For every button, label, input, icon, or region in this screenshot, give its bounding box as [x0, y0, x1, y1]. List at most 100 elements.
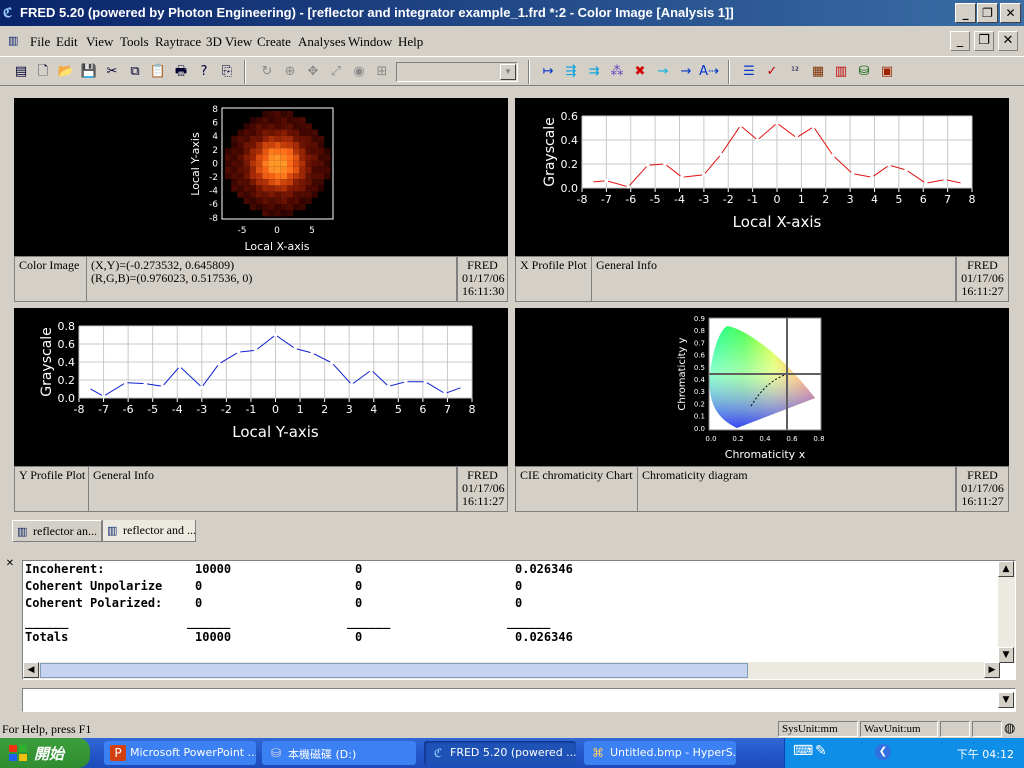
y-tick-label: 2: [212, 146, 218, 156]
scroll-up-button[interactable]: ▲: [998, 561, 1014, 577]
zoom-icon[interactable]: ⊕: [279, 61, 301, 83]
horizontal-scroll-thumb[interactable]: [40, 663, 748, 678]
arrow-right-icon[interactable]: →: [652, 61, 674, 83]
info-stamp: FRED 01/17/06 16:11:30: [457, 257, 507, 301]
color-image-plot[interactable]: 8 6 4 2 0 -2 -4 -6 -8 -5 0 5 Local X-axis Local Y-…: [14, 98, 508, 256]
vertical-scrollbar[interactable]: ▲ ▼: [998, 561, 1015, 663]
cut-icon[interactable]: ✂: [101, 61, 123, 83]
mdi-restore-button[interactable]: ❐: [974, 31, 994, 51]
heatmap-cell: [280, 179, 287, 186]
x-tick-label: -4: [172, 403, 183, 416]
command-dropdown-icon[interactable]: ▼: [998, 692, 1014, 708]
system-unit: SysUnit:mm: [778, 721, 858, 737]
output-close-icon[interactable]: ✕: [4, 558, 16, 570]
print-icon[interactable]: 🖶: [170, 61, 192, 83]
analysis-icon[interactable]: ⛁: [853, 61, 875, 83]
mdi-close-button[interactable]: ✕: [998, 31, 1018, 51]
heatmap-cell: [243, 123, 250, 130]
heatmap-cell: [262, 173, 269, 180]
heatmap-cell: [243, 154, 250, 161]
command-input[interactable]: ▼: [22, 688, 1016, 712]
trace-text-icon[interactable]: A⇢: [698, 61, 720, 83]
heatmap-cell: [274, 191, 281, 198]
paste-icon[interactable]: 📋: [147, 61, 169, 83]
rotate-view-icon[interactable]: ↻: [256, 61, 278, 83]
mdi-document-icon[interactable]: ▥: [8, 34, 18, 47]
y-tick-label: 0.0: [561, 182, 579, 195]
cie-chart[interactable]: 0.9 0.8 0.7 0.6 0.5 0.4 0.3 0.2 0.1 0.0 0.0 0.2 0.4…: [515, 308, 1009, 466]
chevron-down-icon[interactable]: ▼: [500, 64, 516, 80]
restore-button[interactable]: ❐: [977, 3, 998, 23]
menu-analyses[interactable]: Analyses: [298, 34, 346, 50]
list-icon[interactable]: ☰: [738, 61, 760, 83]
new-file-icon[interactable]: 🗋: [32, 61, 54, 83]
trace-all-icon[interactable]: ⇶: [560, 61, 582, 83]
scroll-down-button[interactable]: ▼: [998, 647, 1014, 663]
copy-icon[interactable]: ⧉: [124, 61, 146, 83]
y-profile-panel[interactable]: -8 -7 -6 -5 -4 -3 -2 -1 0 1 2 3 4 5 6 7 8 0.0 0.2 0.4 0.6 0.8…: [14, 308, 508, 466]
task-hypersnap[interactable]: ⌘ Untitled.bmp - HyperS...: [584, 741, 736, 765]
x-profile-panel[interactable]: -8 -7 -6 -5 -4 -3 -2 -1 0 1 2 3 4 5 6 7 8 0.0 0.2 0.4 0.6 Loc…: [515, 98, 1009, 256]
y-profile-chart[interactable]: -8 -7 -6 -5 -4 -3 -2 -1 0 1 2 3 4 5 6 7 8 0.0 0.2 0.4 0.6 0.8…: [14, 308, 508, 466]
task-fred[interactable]: ℭ FRED 5.20 (powered ...: [424, 741, 576, 765]
menu-tools[interactable]: Tools: [120, 34, 149, 50]
heatmap-cell: [293, 204, 300, 211]
advanced-trace-icon[interactable]: →: [675, 61, 697, 83]
pen-icon[interactable]: ✎: [815, 743, 827, 759]
tab-reflector-2[interactable]: ▥ reflector and ...: [102, 520, 196, 542]
menu-edit[interactable]: Edit: [56, 34, 78, 50]
fred-app-icon[interactable]: ℭ: [3, 5, 17, 21]
open-folder-icon[interactable]: 📂: [55, 61, 77, 83]
close-button[interactable]: ✕: [1000, 3, 1021, 23]
heatmap-cell: [318, 142, 325, 149]
scroll-right-button[interactable]: ▶: [984, 662, 1000, 678]
numbered-list-icon[interactable]: ¹²: [784, 61, 806, 83]
grid-view-icon[interactable]: ⊞: [371, 61, 393, 83]
output-window[interactable]: Incoherent: 10000 0 0.026346 Coherent Un…: [22, 560, 1016, 680]
chart-icon[interactable]: ▦: [807, 61, 829, 83]
heatmap-cell: [268, 191, 275, 198]
ray-check-icon[interactable]: ✓: [761, 61, 783, 83]
task-local-disk[interactable]: ⛁ 本機磁碟 (D:): [262, 741, 416, 765]
fit-view-icon[interactable]: ⤢: [325, 61, 347, 83]
clipboard-icon[interactable]: ⎘: [216, 61, 238, 83]
menu-raytrace[interactable]: Raytrace: [155, 34, 201, 50]
spreadsheet-icon[interactable]: ▥: [830, 61, 852, 83]
menu-view[interactable]: View: [86, 34, 113, 50]
menu-file[interactable]: File: [30, 34, 50, 50]
scroll-left-button[interactable]: ◀: [23, 662, 39, 678]
trace-render-icon[interactable]: ⇉: [583, 61, 605, 83]
trace-cancel-icon[interactable]: ✖: [629, 61, 651, 83]
pan-icon[interactable]: ✥: [302, 61, 324, 83]
menu-create[interactable]: Create: [257, 34, 291, 50]
report-icon[interactable]: ▣: [876, 61, 898, 83]
keyboard-icon[interactable]: ⌨: [793, 743, 813, 759]
x-profile-chart[interactable]: -8 -7 -6 -5 -4 -3 -2 -1 0 1 2 3 4 5 6 7 8 0.0 0.2 0.4 0.6 Loc…: [515, 98, 1009, 256]
task-powerpoint[interactable]: P Microsoft PowerPoint ...: [104, 741, 256, 765]
heatmap-cell: [249, 117, 256, 124]
trace-arrow-icon[interactable]: ↦: [537, 61, 559, 83]
heatmap-cell: [237, 148, 244, 155]
horizontal-scrollbar[interactable]: ◀ ▶: [23, 662, 1000, 679]
color-image-panel[interactable]: 8 6 4 2 0 -2 -4 -6 -8 -5 0 5 Local X-axis Local Y-…: [14, 98, 508, 256]
start-button[interactable]: 開始: [0, 738, 90, 768]
open-system-icon[interactable]: ▤: [10, 61, 32, 83]
tab-reflector-1[interactable]: ▥ reflector an...: [12, 520, 102, 542]
tray-expand-icon[interactable]: ❮: [875, 744, 891, 760]
menu-help[interactable]: Help: [398, 34, 423, 50]
data-point: [123, 380, 128, 385]
cie-panel[interactable]: 0.9 0.8 0.7 0.6 0.5 0.4 0.3 0.2 0.1 0.0 0.0 0.2 0.4…: [515, 308, 1009, 466]
render-icon[interactable]: ◉: [348, 61, 370, 83]
menu-window[interactable]: Window: [348, 34, 392, 50]
menu-3d-view[interactable]: 3D View: [206, 34, 252, 50]
heatmap-cell: [318, 173, 325, 180]
save-icon[interactable]: 💾: [78, 61, 100, 83]
view-combo-box[interactable]: ▼: [396, 62, 518, 82]
trace-scatter-icon[interactable]: ⁂: [606, 61, 628, 83]
heatmap-cell: [268, 142, 275, 149]
heatmap-cell: [287, 148, 294, 155]
context-help-icon[interactable]: ?: [193, 61, 215, 83]
heatmap-cell: [237, 135, 244, 142]
mdi-minimize-button[interactable]: _: [950, 31, 970, 51]
minimize-button[interactable]: _: [955, 3, 976, 23]
